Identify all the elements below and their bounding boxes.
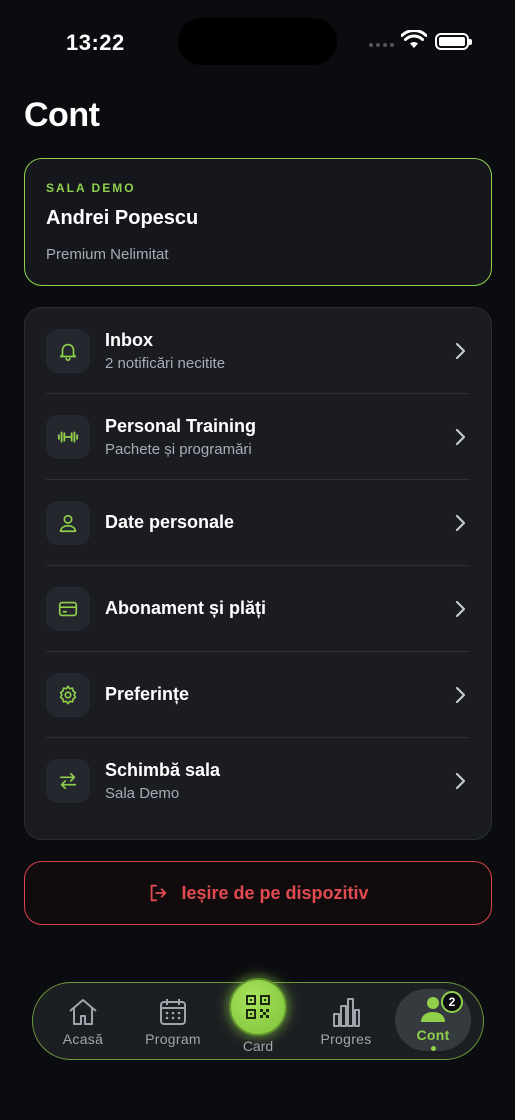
menu-item-preferences[interactable]: Preferințe	[46, 652, 470, 738]
menu-item-subtitle: Sala Demo	[105, 785, 180, 802]
logout-icon	[151, 884, 167, 902]
chevron-right-icon	[455, 686, 466, 703]
swap-icon	[59, 772, 77, 790]
menu-item-personal-training[interactable]: Personal Training Pachete și programări	[46, 394, 470, 480]
status-time: 13:22	[66, 30, 125, 55]
card-qr-button[interactable]	[229, 978, 287, 1036]
battery-icon	[435, 33, 472, 50]
menu-item-personal-data[interactable]: Date personale	[46, 480, 470, 566]
menu-item-subtitle: 2 notificări necitite	[105, 354, 226, 372]
logout-button[interactable]: Ieșire de pe dispozitiv	[24, 861, 492, 925]
menu-item-label: Personal Training	[105, 415, 257, 436]
nav-progress[interactable]: Progres	[313, 983, 379, 1059]
bar-chart-icon	[333, 998, 360, 1027]
user-icon	[59, 514, 77, 532]
cellular-signal-icon	[369, 43, 394, 47]
notification-badge: 2	[441, 991, 463, 1013]
menu-item-label: Schimbă sala	[105, 760, 221, 780]
gear-icon	[59, 684, 77, 705]
chevron-right-icon	[455, 342, 466, 359]
nav-account[interactable]: 2 Cont	[395, 989, 471, 1051]
menu-item-subtitle: Pachete și programări	[105, 440, 252, 458]
nav-home-label: Acasă	[62, 1031, 104, 1047]
nav-card-label: Card	[242, 1038, 274, 1054]
chevron-right-icon	[455, 428, 466, 445]
menu-item-label: Date personale	[105, 512, 235, 532]
menu-item-label: Abonament și plăți	[105, 598, 267, 618]
chevron-right-icon	[455, 772, 466, 790]
user-name: Andrei Popescu	[46, 207, 199, 229]
home-icon	[69, 999, 97, 1025]
menu-item-label: Inbox	[105, 329, 153, 350]
dynamic-island	[178, 18, 337, 65]
nav-account-label: Cont	[416, 1027, 450, 1043]
wifi-icon	[401, 30, 427, 48]
page-title: Cont	[24, 96, 100, 134]
nav-progress-label: Progres	[320, 1031, 372, 1047]
chevron-right-icon	[455, 600, 466, 617]
chevron-right-icon	[455, 514, 466, 531]
profile-card: SALA DEMO Andrei Popescu Premium Nelimit…	[24, 158, 492, 286]
active-indicator	[430, 1046, 436, 1051]
credit-card-icon	[58, 601, 78, 616]
account-menu: Inbox 2 notificări necitite Personal Tra…	[24, 307, 492, 840]
membership-plan: Premium Nelimitat	[46, 246, 169, 263]
nav-program-label: Program	[145, 1031, 201, 1047]
menu-item-inbox[interactable]: Inbox 2 notificări necitite	[46, 308, 470, 394]
menu-item-label: Preferințe	[105, 684, 190, 704]
logout-label: Ieșire de pe dispozitiv	[181, 882, 369, 903]
dumbbell-icon	[57, 431, 79, 442]
gym-name: SALA DEMO	[46, 181, 136, 195]
status-bar: 13:22	[0, 0, 515, 80]
nav-program[interactable]: Program	[137, 983, 209, 1059]
calendar-icon	[160, 999, 186, 1025]
nav-home[interactable]: Acasă	[51, 983, 115, 1059]
menu-item-subscription-payments[interactable]: Abonament și plăți	[46, 566, 470, 652]
qr-code-icon	[246, 995, 270, 1019]
menu-item-change-gym[interactable]: Schimbă sala Sala Demo	[46, 738, 470, 824]
bell-icon	[59, 343, 77, 361]
